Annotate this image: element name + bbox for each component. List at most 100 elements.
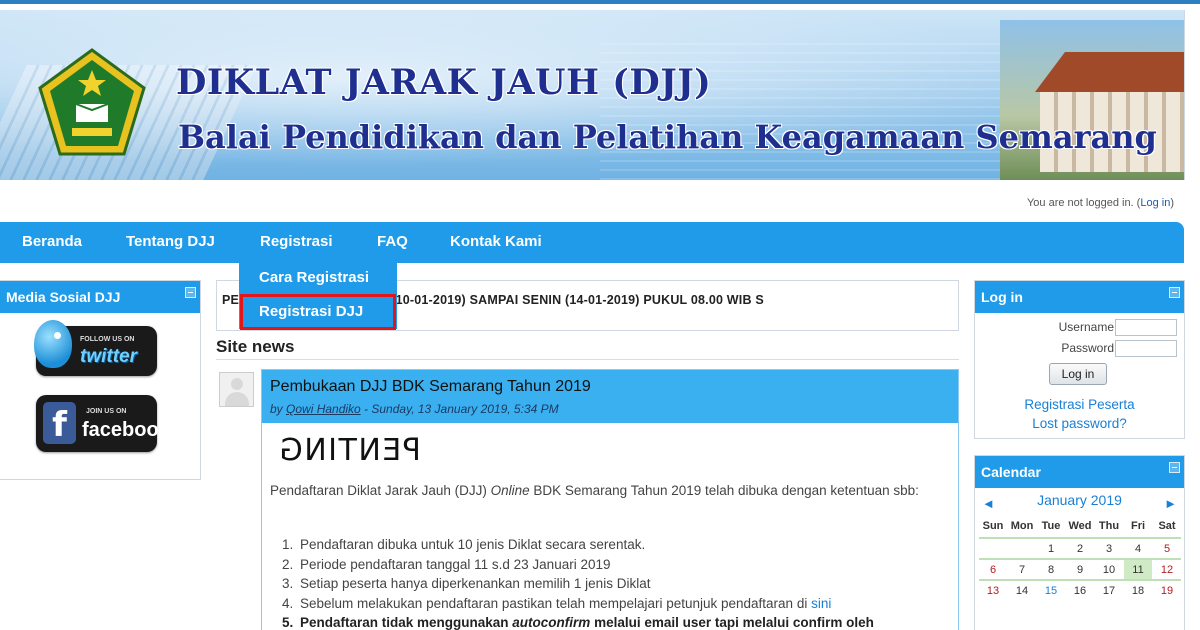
facebook-label: facebook xyxy=(82,419,170,441)
nav-registrasi[interactable]: Registrasi xyxy=(260,222,333,263)
twitter-bird-icon xyxy=(34,320,72,368)
news-post: Pembukaan DJJ BDK Semarang Tahun 2019 by… xyxy=(261,369,959,630)
login-block: Log in Username Password Log in Registra… xyxy=(974,280,1185,439)
nav-faq[interactable]: FAQ xyxy=(377,222,408,263)
intro-online: Online xyxy=(490,483,530,498)
weekday-label: Mon xyxy=(1010,520,1034,532)
list-item: 5. Pendaftaran tidak menggunakan autoconf… xyxy=(282,615,874,630)
collapse-icon[interactable] xyxy=(1169,462,1180,473)
username-label: Username xyxy=(1058,320,1114,334)
social-block-title-text: Media Sosial DJJ xyxy=(6,289,121,305)
post-list: 1. Pendaftaran dibuka untuk 10 jenis Dikl… xyxy=(282,535,942,630)
register-link[interactable]: Registrasi Peserta xyxy=(975,397,1184,412)
calendar-day[interactable] xyxy=(979,539,1007,559)
password-label: Password xyxy=(1061,341,1114,355)
weekday-label: Tue xyxy=(1041,520,1061,532)
calendar-day-today[interactable]: 11 xyxy=(1124,560,1152,580)
calendar-day-event[interactable]: 15 xyxy=(1037,581,1065,601)
calendar-day[interactable]: 5 xyxy=(1153,539,1181,559)
calendar-block-title: Calendar xyxy=(975,456,1184,488)
calendar-day[interactable]: 18 xyxy=(1124,581,1152,601)
weekday-label: Thu xyxy=(1098,520,1120,532)
login-status: You are not logged in. (Log in) xyxy=(1027,197,1174,209)
item5-autoconfirm: autoconfirm xyxy=(512,615,591,630)
list-item: 1. Pendaftaran dibuka untuk 10 jenis Dikl… xyxy=(282,537,646,552)
banner-pattern xyxy=(600,40,1000,180)
calendar-block: Calendar ◄ January 2019 ► Sun Mon Tue We… xyxy=(974,455,1185,630)
main-nav: Beranda Tentang DJJ Registrasi FAQ Konta… xyxy=(0,222,1184,263)
kementerian-agama-logo-icon xyxy=(38,48,146,156)
twitter-bird-eye xyxy=(54,332,61,339)
calendar-day[interactable]: 8 xyxy=(1037,560,1065,580)
calendar-weekday-row: Sun Mon Tue Wed Thu Fri Sat xyxy=(979,516,1181,537)
login-block-title-text: Log in xyxy=(981,289,1023,305)
calendar-day[interactable]: 9 xyxy=(1066,560,1094,580)
intro-text-a: Pendaftaran Diklat Jarak Jauh (DJJ) xyxy=(270,483,491,498)
facebook-small-label: JOIN US ON xyxy=(86,408,127,415)
calendar-day[interactable]: 2 xyxy=(1066,539,1094,559)
weekday-label: Sun xyxy=(982,520,1004,532)
calendar-day[interactable]: 19 xyxy=(1153,581,1181,601)
list-item: 3. Setiap peserta hanya diperkenankan mem… xyxy=(282,576,651,591)
calendar-month[interactable]: January 2019 xyxy=(975,492,1184,508)
calendar-day[interactable]: 14 xyxy=(1008,581,1036,601)
author-avatar[interactable] xyxy=(219,372,254,407)
nav-tentang-djj[interactable]: Tentang DJJ xyxy=(126,222,215,263)
dropdown-cara-registrasi[interactable]: Cara Registrasi xyxy=(239,263,397,293)
dropdown-registrasi-djj[interactable]: Registrasi DJJ xyxy=(240,294,396,330)
petunjuk-link[interactable]: sini xyxy=(811,596,831,611)
twitter-follow-button[interactable]: FOLLOW US ON twitter xyxy=(34,320,157,376)
item5-text-a: Pendaftaran tidak menggunakan xyxy=(300,615,513,630)
post-intro: Pendaftaran Diklat Jarak Jauh (DJJ) Onli… xyxy=(270,481,940,500)
calendar-day[interactable]: 7 xyxy=(1008,560,1036,580)
twitter-label: twitter xyxy=(80,346,137,367)
post-header: Pembukaan DJJ BDK Semarang Tahun 2019 by… xyxy=(262,370,958,423)
nav-beranda[interactable]: Beranda xyxy=(22,222,82,263)
login-link[interactable]: Log in xyxy=(1140,197,1170,209)
item5-text-c: melalui email user tapi melalui confirm … xyxy=(590,615,874,630)
calendar-day[interactable]: 1 xyxy=(1037,539,1065,559)
calendar-day[interactable]: 13 xyxy=(979,581,1007,601)
calendar-day[interactable]: 6 xyxy=(979,560,1007,580)
collapse-icon[interactable] xyxy=(185,287,196,298)
header-banner: DIKLAT JARAK JAUH (DJJ) Balai Pendidikan… xyxy=(0,10,1185,180)
divider xyxy=(216,359,959,360)
top-border xyxy=(0,0,1200,4)
calendar-day[interactable]: 17 xyxy=(1095,581,1123,601)
facebook-join-button[interactable]: f JOIN US ON facebook xyxy=(36,395,170,452)
penting-banner-image: PENTING xyxy=(278,433,421,468)
post-byline: by Qowi Handiko - Sunday, 13 January 201… xyxy=(270,402,559,416)
weekday-label: Sat xyxy=(1158,520,1176,532)
login-button[interactable]: Log in xyxy=(1049,363,1107,385)
calendar-day[interactable]: 4 xyxy=(1124,539,1152,559)
byline-prefix: by xyxy=(270,402,287,416)
calendar-week-row: 6 7 8 9 10 11 12 xyxy=(979,558,1181,580)
weekday-label: Wed xyxy=(1068,520,1092,532)
list-item-text: Periode pendaftaran tanggal 11 s.d 23 Ja… xyxy=(300,556,611,572)
calendar-day[interactable] xyxy=(1008,539,1036,559)
calendar-week-row: 1 2 3 4 5 xyxy=(979,537,1181,558)
registrasi-dropdown: Cara Registrasi Registrasi DJJ xyxy=(239,263,397,330)
username-field[interactable] xyxy=(1115,319,1177,336)
post-title: Pembukaan DJJ BDK Semarang Tahun 2019 xyxy=(270,378,591,395)
social-block-title: Media Sosial DJJ xyxy=(0,281,200,313)
login-status-text: You are not logged in. ( xyxy=(1026,197,1141,209)
calendar-day[interactable]: 3 xyxy=(1095,539,1123,559)
lost-password-link[interactable]: Lost password? xyxy=(975,416,1184,431)
password-field[interactable] xyxy=(1115,340,1177,357)
site-news-heading: Site news xyxy=(216,337,295,356)
next-month-icon[interactable]: ► xyxy=(1164,496,1177,511)
author-link[interactable]: Qowi Handiko xyxy=(286,402,361,416)
calendar-grid: Sun Mon Tue Wed Thu Fri Sat 1 2 3 4 5 6 … xyxy=(979,516,1181,600)
facebook-f-icon: f xyxy=(43,402,76,445)
twitter-small-label: FOLLOW US ON xyxy=(80,336,135,343)
calendar-day[interactable]: 16 xyxy=(1066,581,1094,601)
intro-text-b: BDK Semarang Tahun 2019 telah dibuka den… xyxy=(529,483,919,498)
nav-kontak-kami[interactable]: Kontak Kami xyxy=(450,222,542,263)
list-item-text: Sebelum melakukan pendaftaran pastikan t… xyxy=(300,595,812,611)
collapse-icon[interactable] xyxy=(1169,287,1180,298)
list-item-text: Setiap peserta hanya diperkenankan memil… xyxy=(300,576,651,591)
calendar-day[interactable]: 12 xyxy=(1153,560,1181,580)
site-subtitle: Balai Pendidikan dan Pelatihan Keagamaan… xyxy=(178,118,1157,156)
calendar-day[interactable]: 10 xyxy=(1095,560,1123,580)
